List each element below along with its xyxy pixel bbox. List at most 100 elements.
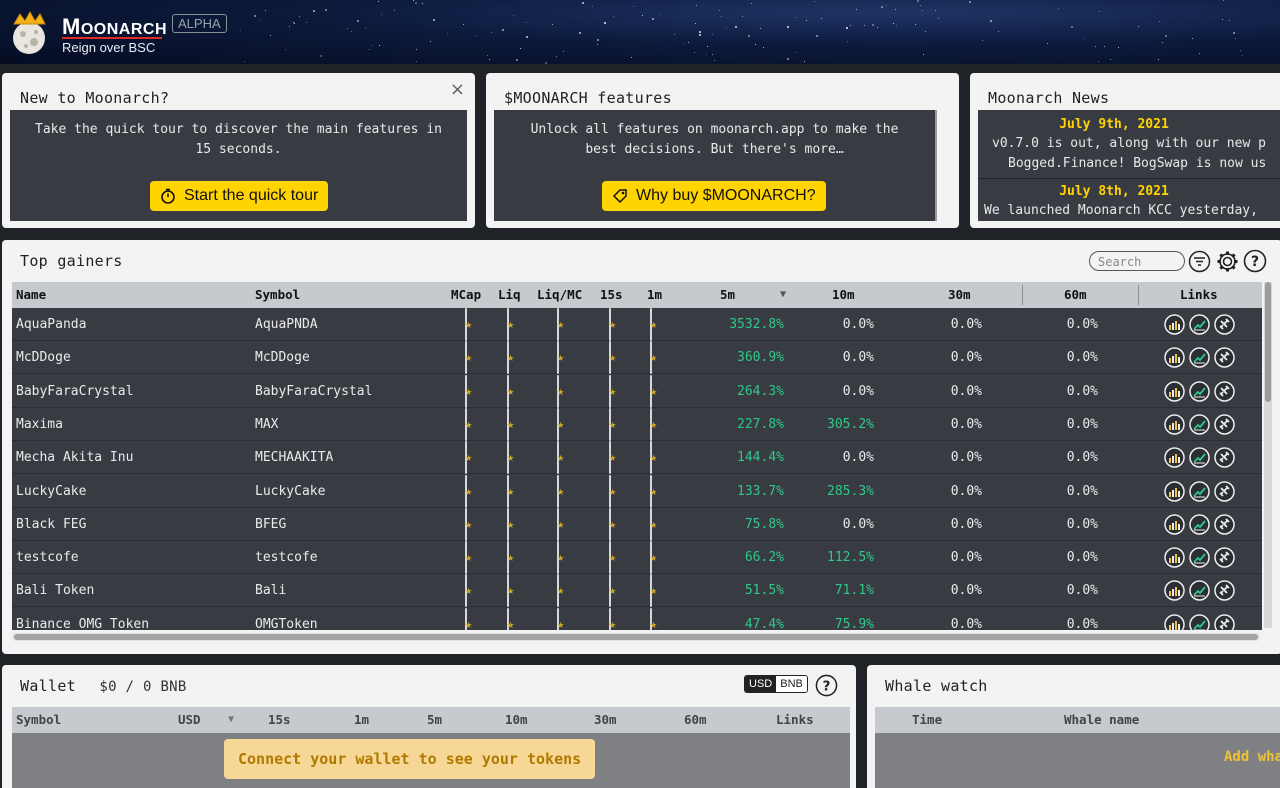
star-icon[interactable]: ★ — [557, 574, 564, 608]
star-icon[interactable]: ★ — [650, 607, 657, 630]
gear-icon[interactable] — [1216, 250, 1239, 273]
col-1m[interactable]: 1m — [647, 282, 662, 308]
bogged-chart-icon[interactable] — [1164, 447, 1185, 468]
col-5m[interactable]: 5m — [720, 282, 735, 308]
star-icon[interactable]: ★ — [465, 541, 472, 575]
bscscan-icon[interactable] — [1214, 613, 1235, 630]
bogged-chart-icon[interactable] — [1164, 314, 1185, 335]
star-icon[interactable]: ★ — [507, 407, 514, 441]
table-row[interactable]: BabyFaraCrystal BabyFaraCrystal ★ ★ ★ ★ ★ 264.3… — [12, 374, 1262, 408]
bogged-chart-icon[interactable] — [1164, 480, 1185, 502]
star-icon[interactable]: ★ — [650, 541, 657, 575]
table-row[interactable]: LuckyCake LuckyCake ★ ★ ★ ★ ★ 133.7% 285.3% 0.0% 0… — [12, 474, 1262, 508]
token-name[interactable]: AquaPanda — [16, 308, 86, 341]
col-1m[interactable]: 1m — [354, 707, 369, 733]
col-liq[interactable]: Liq — [498, 282, 521, 308]
poocoin-chart-icon[interactable] — [1189, 480, 1210, 502]
toggle-usd[interactable]: USD — [745, 676, 777, 692]
token-name[interactable]: testcofe — [16, 541, 79, 574]
bogged-chart-icon[interactable] — [1164, 380, 1185, 402]
poocoin-chart-icon[interactable] — [1189, 547, 1210, 568]
star-icon[interactable]: ★ — [465, 474, 472, 508]
col-15s[interactable]: 15s — [600, 282, 623, 308]
col-60m[interactable]: 60m — [684, 707, 707, 733]
star-icon[interactable]: ★ — [465, 574, 472, 608]
poocoin-chart-icon[interactable] — [1189, 414, 1210, 435]
poocoin-chart-icon[interactable] — [1189, 580, 1210, 602]
search-input[interactable]: Search — [1089, 251, 1185, 271]
star-icon[interactable]: ★ — [557, 541, 564, 575]
star-icon[interactable]: ★ — [609, 374, 616, 408]
bogged-chart-icon[interactable] — [1164, 580, 1185, 602]
bscscan-icon[interactable] — [1214, 314, 1235, 335]
star-icon[interactable]: ★ — [557, 374, 564, 408]
star-icon[interactable]: ★ — [507, 441, 514, 475]
bogged-chart-icon[interactable] — [1164, 613, 1185, 630]
token-name[interactable]: LuckyCake — [16, 475, 86, 508]
bscscan-icon[interactable] — [1214, 414, 1235, 435]
star-icon[interactable]: ★ — [465, 441, 472, 475]
star-icon[interactable]: ★ — [650, 341, 657, 375]
star-icon[interactable]: ★ — [465, 507, 472, 541]
token-name[interactable]: McDDoge — [16, 341, 71, 374]
col-15s[interactable]: 15s — [268, 707, 291, 733]
token-name[interactable]: Binance OMG Token — [16, 608, 149, 630]
table-row[interactable]: Binance OMG Token OMGToken ★ ★ ★ ★ ★ 47.4% 75.9%… — [12, 607, 1262, 630]
star-icon[interactable]: ★ — [609, 341, 616, 375]
star-icon[interactable]: ★ — [609, 607, 616, 630]
star-icon[interactable]: ★ — [650, 308, 657, 341]
poocoin-chart-icon[interactable] — [1189, 380, 1210, 402]
sort-desc-icon[interactable]: ▼ — [780, 282, 786, 308]
bogged-chart-icon[interactable] — [1164, 347, 1185, 369]
table-vertical-scrollbar[interactable] — [1264, 282, 1272, 628]
scrollbar-thumb[interactable] — [14, 634, 1258, 640]
star-icon[interactable]: ★ — [465, 407, 472, 441]
col-30m[interactable]: 30m — [594, 707, 617, 733]
add-whale-link[interactable]: Add wha — [1224, 749, 1280, 765]
why-buy-button[interactable]: Why buy $MOONARCH? — [602, 181, 826, 211]
star-icon[interactable]: ★ — [507, 341, 514, 375]
star-icon[interactable]: ★ — [507, 507, 514, 541]
start-tour-button[interactable]: Start the quick tour — [150, 181, 329, 211]
table-row[interactable]: McDDoge McDDoge ★ ★ ★ ★ ★ 360.9% 0.0% 0.0% 0.0% — [12, 341, 1262, 375]
currency-toggle[interactable]: USD BNB — [744, 675, 808, 693]
star-icon[interactable]: ★ — [507, 607, 514, 630]
col-mcap[interactable]: MCap — [451, 282, 481, 308]
star-icon[interactable]: ★ — [557, 607, 564, 630]
star-icon[interactable]: ★ — [507, 374, 514, 408]
star-icon[interactable]: ★ — [609, 541, 616, 575]
star-icon[interactable]: ★ — [609, 574, 616, 608]
star-icon[interactable]: ★ — [557, 341, 564, 375]
col-usd[interactable]: USD — [178, 707, 201, 733]
bscscan-icon[interactable] — [1214, 514, 1235, 535]
star-icon[interactable]: ★ — [557, 507, 564, 541]
features-scrollbar[interactable] — [935, 110, 937, 221]
col-liq-mc[interactable]: Liq/MC — [537, 282, 582, 308]
poocoin-chart-icon[interactable] — [1189, 613, 1210, 630]
help-icon[interactable]: ? — [815, 674, 838, 697]
bogged-chart-icon[interactable] — [1164, 514, 1185, 535]
col-symbol[interactable]: Symbol — [16, 707, 61, 733]
bscscan-icon[interactable] — [1214, 580, 1235, 602]
col-10m[interactable]: 10m — [505, 707, 528, 733]
help-icon[interactable]: ? — [1243, 249, 1267, 273]
table-row[interactable]: Mecha Akita Inu MECHAAKITA ★ ★ ★ ★ ★ 144.4% 0.0%… — [12, 441, 1262, 475]
table-row[interactable]: testcofe testcofe ★ ★ ★ ★ ★ 66.2% 112.5% 0.0% 0.0% — [12, 541, 1262, 575]
bscscan-icon[interactable] — [1214, 547, 1235, 568]
star-icon[interactable]: ★ — [650, 574, 657, 608]
star-icon[interactable]: ★ — [609, 308, 616, 341]
star-icon[interactable]: ★ — [465, 308, 472, 341]
sort-desc-icon[interactable]: ▼ — [228, 707, 234, 733]
toggle-bnb[interactable]: BNB — [776, 676, 807, 692]
star-icon[interactable]: ★ — [507, 541, 514, 575]
table-row[interactable]: Maxima MAX ★ ★ ★ ★ ★ 227.8% 305.2% 0.0% 0.0% — [12, 407, 1262, 441]
table-horizontal-scrollbar[interactable] — [12, 633, 1260, 641]
poocoin-chart-icon[interactable] — [1189, 347, 1210, 369]
token-name[interactable]: Mecha Akita Inu — [16, 441, 133, 474]
star-icon[interactable]: ★ — [465, 374, 472, 408]
filter-icon[interactable] — [1188, 250, 1211, 273]
star-icon[interactable]: ★ — [557, 441, 564, 475]
star-icon[interactable]: ★ — [609, 507, 616, 541]
star-icon[interactable]: ★ — [609, 474, 616, 508]
star-icon[interactable]: ★ — [557, 474, 564, 508]
